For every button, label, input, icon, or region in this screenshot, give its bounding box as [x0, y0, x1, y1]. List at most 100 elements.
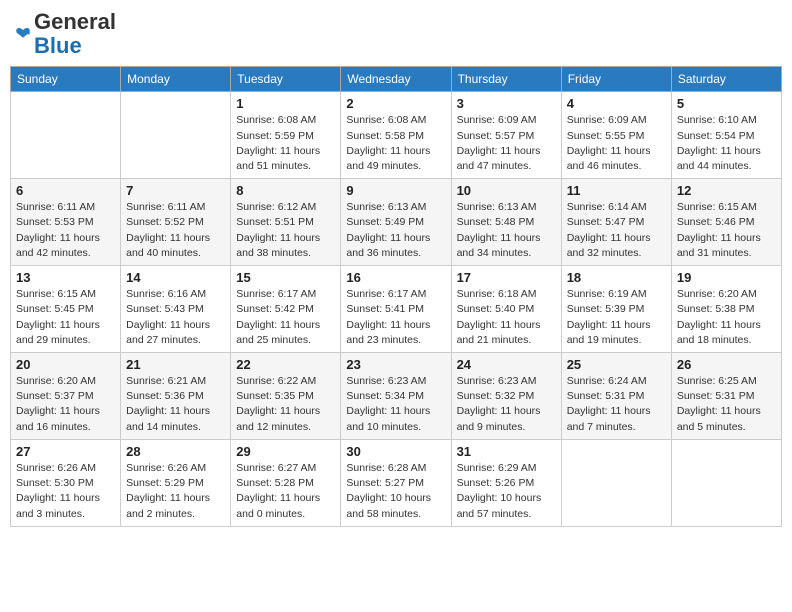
day-info: Sunrise: 6:18 AMSunset: 5:40 PMDaylight:…	[457, 287, 556, 348]
day-info: Sunrise: 6:26 AMSunset: 5:29 PMDaylight:…	[126, 461, 225, 522]
day-info: Sunrise: 6:25 AMSunset: 5:31 PMDaylight:…	[677, 374, 776, 435]
day-info: Sunrise: 6:15 AMSunset: 5:46 PMDaylight:…	[677, 200, 776, 261]
day-number: 22	[236, 357, 335, 372]
day-number: 21	[126, 357, 225, 372]
day-number: 30	[346, 444, 445, 459]
calendar-cell: 5 Sunrise: 6:10 AMSunset: 5:54 PMDaylight…	[671, 92, 781, 179]
calendar-day-header: Sunday	[11, 67, 121, 92]
calendar-cell: 22Sunrise: 6:22 AMSunset: 5:35 PMDayligh…	[231, 353, 341, 440]
calendar-cell: 1 Sunrise: 6:08 AMSunset: 5:59 PMDaylight…	[231, 92, 341, 179]
day-number: 28	[126, 444, 225, 459]
calendar-cell: 7 Sunrise: 6:11 AMSunset: 5:52 PMDaylight…	[121, 179, 231, 266]
calendar-header-row: SundayMondayTuesdayWednesdayThursdayFrid…	[11, 67, 782, 92]
calendar-cell: 30 Sunrise: 6:28 AMSunset: 5:27 PMDayligh…	[341, 439, 451, 526]
day-info: Sunrise: 6:09 AMSunset: 5:55 PMDaylight:…	[567, 113, 666, 174]
calendar-cell: 13 Sunrise: 6:15 AMSunset: 5:45 PMDayligh…	[11, 266, 121, 353]
day-number: 13	[16, 270, 115, 285]
calendar-cell: 23Sunrise: 6:23 AMSunset: 5:34 PMDayligh…	[341, 353, 451, 440]
calendar-day-header: Friday	[561, 67, 671, 92]
day-info: Sunrise: 6:08 AMSunset: 5:59 PMDaylight:…	[236, 113, 335, 174]
day-number: 10	[457, 183, 556, 198]
calendar-cell: 26 Sunrise: 6:25 AMSunset: 5:31 PMDayligh…	[671, 353, 781, 440]
day-number: 20	[16, 357, 115, 372]
calendar-cell: 21Sunrise: 6:21 AMSunset: 5:36 PMDayligh…	[121, 353, 231, 440]
calendar-day-header: Wednesday	[341, 67, 451, 92]
calendar-day-header: Tuesday	[231, 67, 341, 92]
day-number: 6	[16, 183, 115, 198]
day-number: 26	[677, 357, 776, 372]
day-info: Sunrise: 6:13 AMSunset: 5:48 PMDaylight:…	[457, 200, 556, 261]
calendar-cell: 12 Sunrise: 6:15 AMSunset: 5:46 PMDayligh…	[671, 179, 781, 266]
calendar-cell: 14 Sunrise: 6:16 AMSunset: 5:43 PMDayligh…	[121, 266, 231, 353]
day-number: 12	[677, 183, 776, 198]
day-number: 25	[567, 357, 666, 372]
calendar-week-row: 1 Sunrise: 6:08 AMSunset: 5:59 PMDaylight…	[11, 92, 782, 179]
day-number: 8	[236, 183, 335, 198]
day-info: Sunrise: 6:13 AMSunset: 5:49 PMDaylight:…	[346, 200, 445, 261]
day-info: Sunrise: 6:14 AMSunset: 5:47 PMDaylight:…	[567, 200, 666, 261]
calendar-day-header: Monday	[121, 67, 231, 92]
day-info: Sunrise: 6:10 AMSunset: 5:54 PMDaylight:…	[677, 113, 776, 174]
day-number: 5	[677, 96, 776, 111]
day-info: Sunrise: 6:17 AMSunset: 5:41 PMDaylight:…	[346, 287, 445, 348]
day-number: 31	[457, 444, 556, 459]
day-number: 2	[346, 96, 445, 111]
calendar-cell	[11, 92, 121, 179]
day-info: Sunrise: 6:23 AMSunset: 5:34 PMDaylight:…	[346, 374, 445, 435]
day-number: 18	[567, 270, 666, 285]
calendar-cell: 16 Sunrise: 6:17 AMSunset: 5:41 PMDayligh…	[341, 266, 451, 353]
logo: GeneralBlue	[14, 10, 116, 58]
calendar-cell: 29Sunrise: 6:27 AMSunset: 5:28 PMDayligh…	[231, 439, 341, 526]
day-info: Sunrise: 6:15 AMSunset: 5:45 PMDaylight:…	[16, 287, 115, 348]
day-number: 3	[457, 96, 556, 111]
day-number: 4	[567, 96, 666, 111]
day-number: 24	[457, 357, 556, 372]
day-info: Sunrise: 6:29 AMSunset: 5:26 PMDaylight:…	[457, 461, 556, 522]
day-number: 7	[126, 183, 225, 198]
day-info: Sunrise: 6:11 AMSunset: 5:52 PMDaylight:…	[126, 200, 225, 261]
day-info: Sunrise: 6:20 AMSunset: 5:38 PMDaylight:…	[677, 287, 776, 348]
calendar-cell: 6 Sunrise: 6:11 AMSunset: 5:53 PMDaylight…	[11, 179, 121, 266]
day-info: Sunrise: 6:28 AMSunset: 5:27 PMDaylight:…	[346, 461, 445, 522]
calendar-day-header: Thursday	[451, 67, 561, 92]
calendar-cell: 19 Sunrise: 6:20 AMSunset: 5:38 PMDayligh…	[671, 266, 781, 353]
calendar-cell: 27 Sunrise: 6:26 AMSunset: 5:30 PMDayligh…	[11, 439, 121, 526]
day-info: Sunrise: 6:09 AMSunset: 5:57 PMDaylight:…	[457, 113, 556, 174]
calendar-cell: 4 Sunrise: 6:09 AMSunset: 5:55 PMDaylight…	[561, 92, 671, 179]
page-header: GeneralBlue	[10, 10, 782, 58]
day-info: Sunrise: 6:24 AMSunset: 5:31 PMDaylight:…	[567, 374, 666, 435]
day-info: Sunrise: 6:17 AMSunset: 5:42 PMDaylight:…	[236, 287, 335, 348]
day-number: 14	[126, 270, 225, 285]
day-info: Sunrise: 6:26 AMSunset: 5:30 PMDaylight:…	[16, 461, 115, 522]
calendar-cell	[671, 439, 781, 526]
day-number: 16	[346, 270, 445, 285]
calendar-body: 1 Sunrise: 6:08 AMSunset: 5:59 PMDaylight…	[11, 92, 782, 526]
day-number: 17	[457, 270, 556, 285]
day-info: Sunrise: 6:11 AMSunset: 5:53 PMDaylight:…	[16, 200, 115, 261]
bird-icon	[14, 25, 32, 43]
day-number: 9	[346, 183, 445, 198]
calendar-cell: 10 Sunrise: 6:13 AMSunset: 5:48 PMDayligh…	[451, 179, 561, 266]
day-number: 27	[16, 444, 115, 459]
calendar-cell: 3 Sunrise: 6:09 AMSunset: 5:57 PMDaylight…	[451, 92, 561, 179]
day-number: 1	[236, 96, 335, 111]
calendar-cell: 31 Sunrise: 6:29 AMSunset: 5:26 PMDayligh…	[451, 439, 561, 526]
calendar-day-header: Saturday	[671, 67, 781, 92]
calendar-cell: 2 Sunrise: 6:08 AMSunset: 5:58 PMDaylight…	[341, 92, 451, 179]
day-info: Sunrise: 6:23 AMSunset: 5:32 PMDaylight:…	[457, 374, 556, 435]
day-info: Sunrise: 6:08 AMSunset: 5:58 PMDaylight:…	[346, 113, 445, 174]
day-info: Sunrise: 6:16 AMSunset: 5:43 PMDaylight:…	[126, 287, 225, 348]
day-info: Sunrise: 6:19 AMSunset: 5:39 PMDaylight:…	[567, 287, 666, 348]
day-number: 19	[677, 270, 776, 285]
calendar-cell: 28 Sunrise: 6:26 AMSunset: 5:29 PMDayligh…	[121, 439, 231, 526]
calendar-week-row: 6 Sunrise: 6:11 AMSunset: 5:53 PMDaylight…	[11, 179, 782, 266]
calendar-cell	[561, 439, 671, 526]
calendar-cell: 25 Sunrise: 6:24 AMSunset: 5:31 PMDayligh…	[561, 353, 671, 440]
day-number: 15	[236, 270, 335, 285]
day-number: 11	[567, 183, 666, 198]
calendar-cell: 8 Sunrise: 6:12 AMSunset: 5:51 PMDaylight…	[231, 179, 341, 266]
calendar-cell: 17 Sunrise: 6:18 AMSunset: 5:40 PMDayligh…	[451, 266, 561, 353]
calendar-cell: 24 Sunrise: 6:23 AMSunset: 5:32 PMDayligh…	[451, 353, 561, 440]
day-info: Sunrise: 6:12 AMSunset: 5:51 PMDaylight:…	[236, 200, 335, 261]
calendar-week-row: 13 Sunrise: 6:15 AMSunset: 5:45 PMDayligh…	[11, 266, 782, 353]
